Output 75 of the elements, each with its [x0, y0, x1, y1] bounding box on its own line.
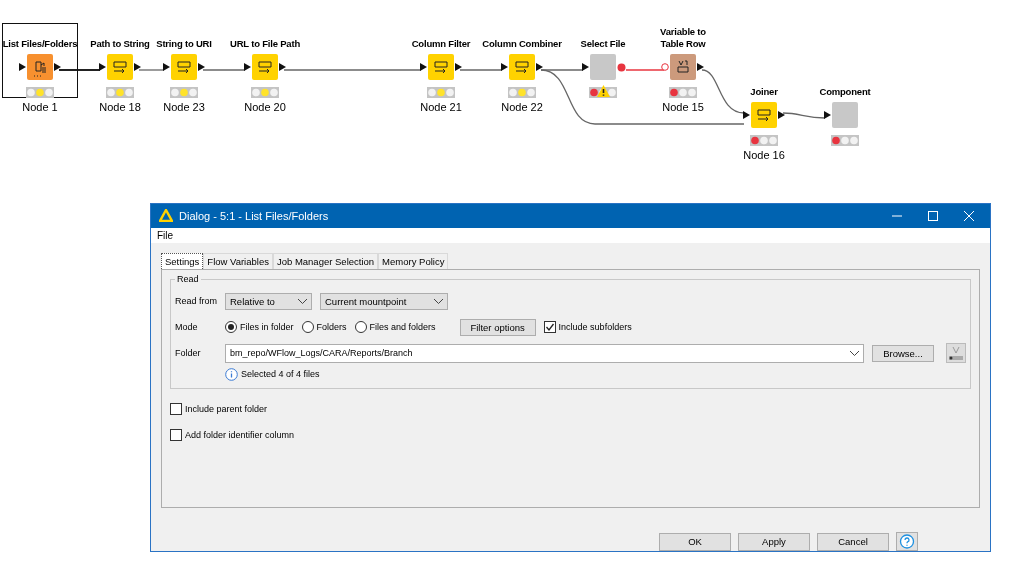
node-icon[interactable] [428, 54, 454, 80]
menu-item[interactable]: File [157, 229, 174, 241]
node-name: Node 23 [163, 101, 205, 113]
node-name: Node 21 [420, 101, 462, 113]
node-title: List Files/Folders [2, 37, 78, 51]
checkbox-label: Add folder identifier column [185, 430, 295, 440]
tab[interactable]: Settings [161, 253, 204, 269]
checkbox-label: Include parent folder [185, 404, 268, 414]
node-icon[interactable] [670, 54, 696, 80]
node-title: Column Filter [411, 37, 471, 51]
close-icon[interactable] [964, 210, 974, 221]
browse-button[interactable]: Browse... [872, 344, 934, 362]
tab[interactable]: Flow Variables [203, 253, 273, 269]
connection-line [202, 69, 246, 71]
radio-button[interactable] [354, 321, 367, 333]
node-title: Joiner [750, 85, 778, 99]
info-icon [225, 367, 238, 381]
dialog-button[interactable]: Cancel [817, 532, 889, 551]
checkbox[interactable] [543, 321, 556, 333]
node-title: String to URI [156, 37, 212, 51]
maximize-icon[interactable] [928, 210, 938, 221]
tab[interactable]: Memory Policy [378, 253, 449, 269]
radio-label: Files and folders [369, 322, 436, 332]
node-icon[interactable] [590, 54, 616, 80]
node-icon[interactable] [751, 102, 777, 128]
node-name: Node 20 [244, 101, 286, 113]
checkbox[interactable] [170, 403, 182, 415]
node-title: Column Combiner [482, 37, 562, 51]
tab[interactable]: Job Manager Selection [272, 253, 379, 269]
connection-line [782, 112, 826, 119]
input-port-icon [661, 63, 669, 71]
node-name: Node 1 [22, 101, 58, 113]
filter-options-button[interactable]: Filter options [459, 318, 536, 336]
chevron-down-icon [850, 350, 859, 356]
node-title: Variable to Table Row [659, 25, 707, 51]
field-label: Mode [175, 322, 199, 332]
connection-line [459, 69, 503, 71]
dialog-button[interactable]: Apply [738, 532, 810, 551]
radio-button[interactable] [301, 321, 314, 333]
folder-path-field[interactable]: bm_repo/WFlow_Logs/CARA/Reports/Branch [225, 343, 864, 363]
connection-line [58, 69, 101, 71]
node-name: Node 18 [99, 101, 141, 113]
flow-variable-button[interactable] [946, 343, 966, 363]
node-title: Path to String [90, 37, 150, 51]
node-name: Node 15 [662, 101, 704, 113]
triangle-logo-icon [159, 209, 173, 223]
chevron-down-icon [298, 298, 307, 304]
dialog-button[interactable]: OK [659, 532, 731, 551]
node-icon[interactable] [509, 54, 535, 80]
node-icon[interactable] [832, 102, 858, 128]
chevron-down-icon [434, 298, 443, 304]
flow-variable-port-icon [617, 62, 626, 72]
connection-line [138, 69, 165, 71]
node-title: Component [819, 85, 871, 99]
node-icon[interactable] [171, 54, 197, 80]
info-text: Selected 4 of 4 files [241, 369, 320, 379]
checkbox[interactable] [170, 429, 182, 441]
node-name: Node 16 [743, 149, 785, 161]
help-icon[interactable] [896, 532, 918, 551]
group-title: Read [176, 274, 200, 284]
radio-label: Files in folder [240, 322, 294, 332]
node-title: Select File [580, 37, 626, 51]
field-label: Read from [175, 296, 217, 306]
field-label: Folder [175, 348, 202, 358]
dropdown[interactable]: Current mountpoint [320, 292, 448, 310]
node-name: Node 22 [501, 101, 543, 113]
radio-label: Folders [316, 322, 347, 332]
radio-button[interactable] [225, 321, 237, 333]
dropdown[interactable]: Relative to [225, 292, 312, 310]
node-icon[interactable] [252, 54, 278, 80]
node-icon[interactable] [107, 54, 133, 80]
node-icon[interactable] [27, 54, 53, 80]
window-title: Dialog - 5:1 - List Files/Folders [179, 209, 329, 222]
checkbox-label: Include subfolders [558, 322, 632, 332]
node-title: URL to File Path [230, 37, 300, 51]
